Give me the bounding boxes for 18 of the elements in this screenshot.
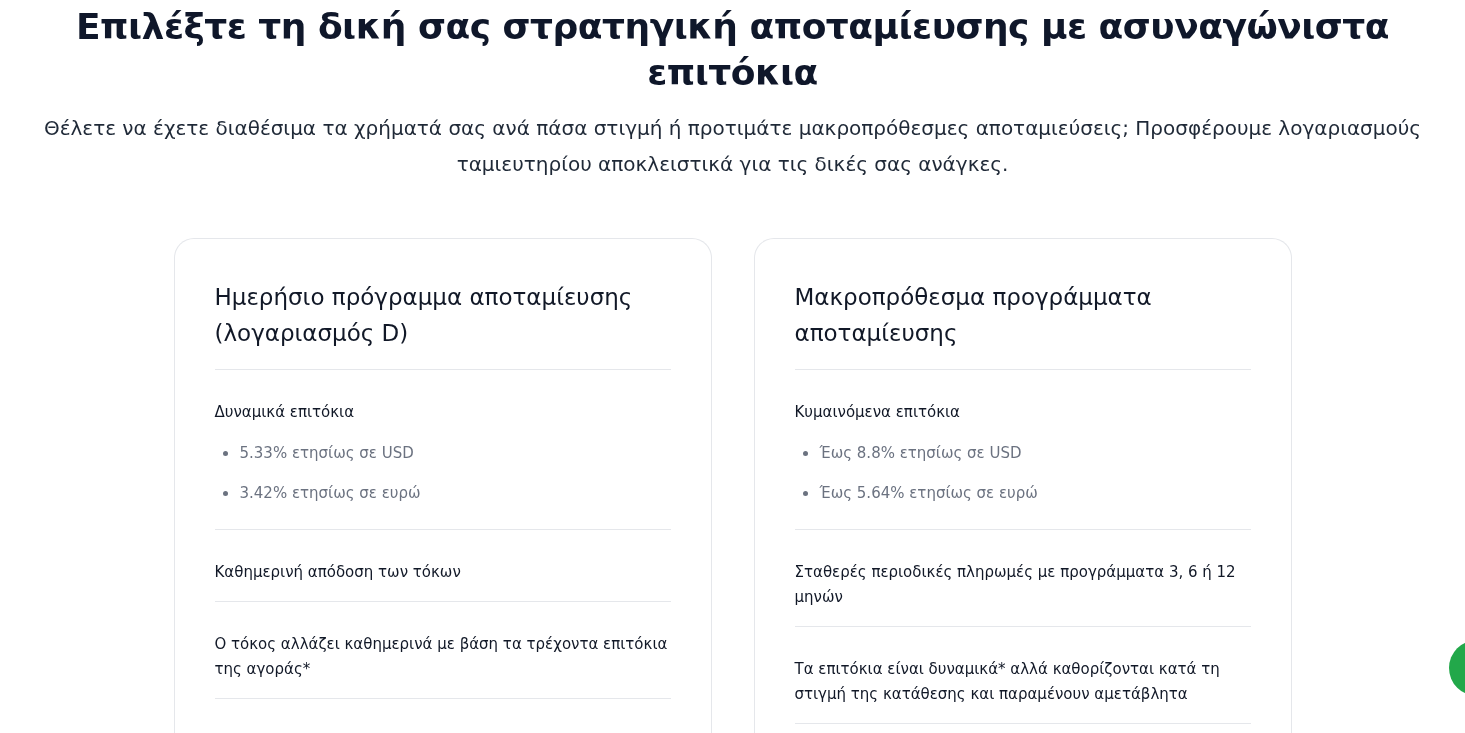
bullet-icon [222,450,228,456]
feature-text: Καθημερινή απόδοση των τόκων [214,562,462,583]
rate-text: Έως 8.8% ετησίως σε USD [819,443,1022,464]
intro-text: Θέλετε να έχετε διαθέσιμα τα χρήματά σας ανά πάσα στιγμή ή προτιμάτε μακροπρόθεσμες αποταμιεύσεις; Προσφέρουμε λογαριασμούς ταμιευτηρίου αποκλειστικά για τις δικές σας ανάγκες. [42,115,1423,178]
rate-text: 3.42% ετησίως σε ευρώ [239,483,421,504]
rate-text: 5.33% ετησίως σε USD [239,443,414,464]
feature-text: Σταθερές περιοδικές πληρωμές με προγράμματα 3, 6 ή 12 μηνών [794,562,1237,608]
bullet-icon [802,490,808,496]
bullet-icon [802,450,808,456]
plan-title: Μακροπρόθεσμα προγράμματα αποταμίευσης [794,279,1251,370]
feature-label: Δυναμικά επιτόκια [214,402,356,423]
page-heading: Επιλέξτε τη δική σας στρατηγική αποταμίευσης με ασυναγώνιστα επιτόκια [75,5,1390,95]
feature-text: Ο τόκος αλλάζει καθημερινά με βάση τα τρέχοντα επιτόκια της αγοράς* [214,634,669,680]
feature-text: Τα επιτόκια είναι δυναμικά* αλλά καθορίζονται κατά τη στιγμή της κατάθεσης και παραμένουν αμετάβλητα [794,659,1221,705]
rate-text: Έως 5.64% ετησίως σε ευρώ [819,483,1038,504]
feature-label: Κυμαινόμενα επιτόκια [794,402,961,423]
plan-title: Ημερήσιο πρόγραμμα αποταμίευσης (λογαριασμός D) [214,279,671,370]
bullet-icon [222,490,228,496]
